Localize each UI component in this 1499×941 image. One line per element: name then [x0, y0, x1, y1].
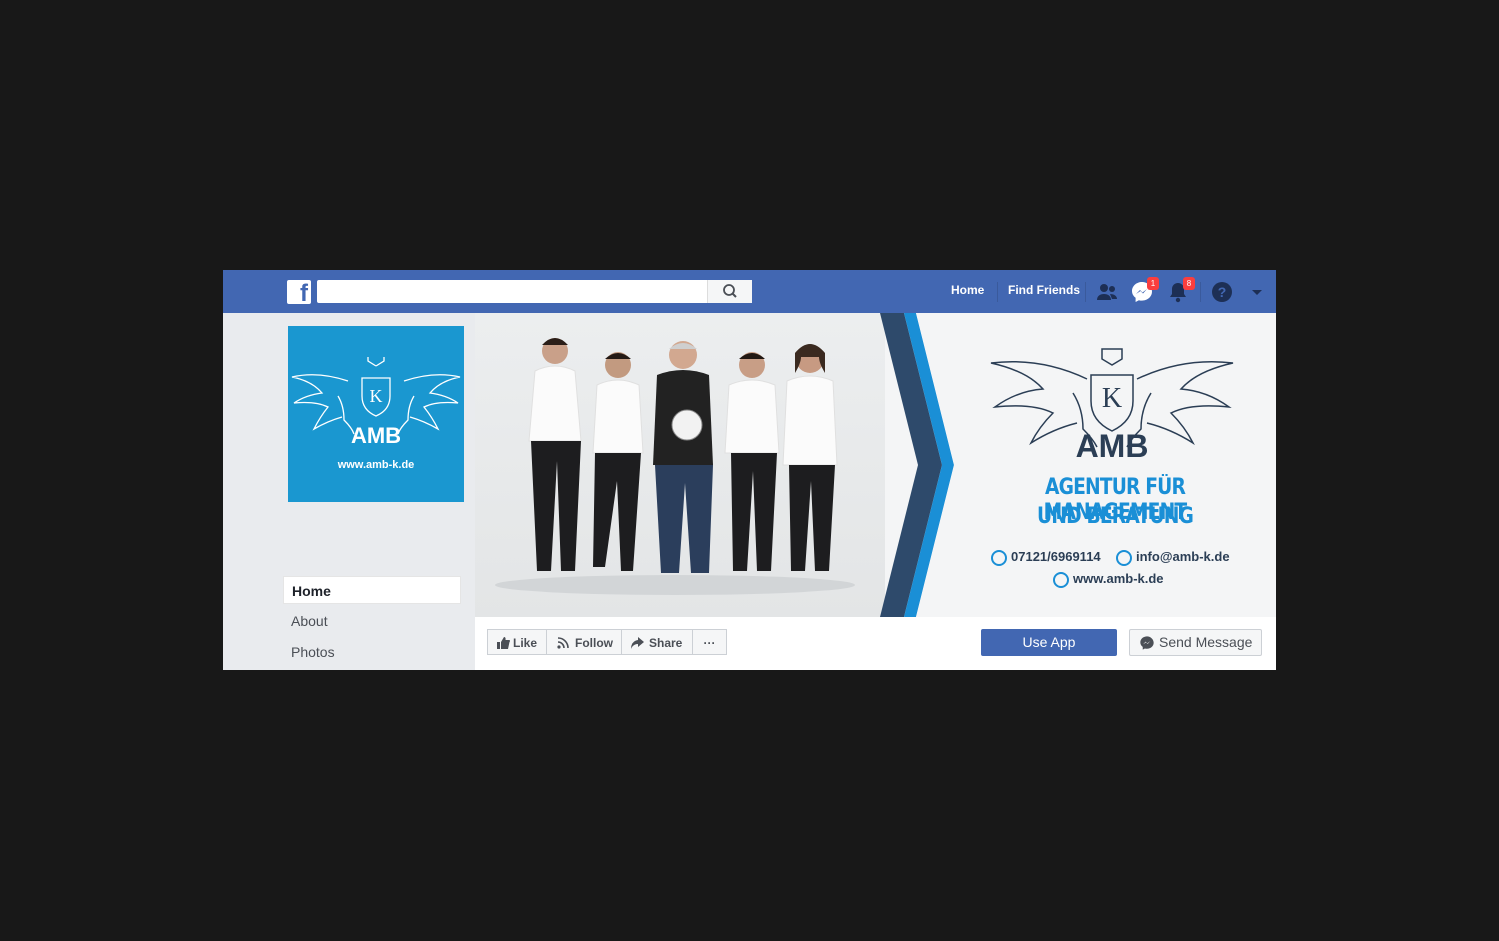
more-dots-icon: ··· [703, 636, 716, 650]
notifications-icon[interactable]: 8 [1166, 277, 1195, 304]
search-icon [723, 284, 737, 298]
share-arrow-icon [631, 637, 644, 649]
send-message-button[interactable]: Send Message [1129, 629, 1262, 656]
search-input[interactable] [317, 280, 707, 303]
contact-email: info@amb-k.de [1116, 549, 1230, 566]
cover-crest-logo: K AMB [990, 348, 1234, 464]
mail-icon [1116, 549, 1132, 566]
help-icon[interactable]: ? [1210, 280, 1234, 304]
profile-crest-logo: K AMB www.amb-k.de [291, 357, 461, 471]
notifications-badge: 8 [1183, 277, 1195, 290]
like-button[interactable]: Like [487, 629, 547, 655]
globe-icon [1053, 571, 1069, 588]
nav-divider [1200, 282, 1201, 302]
account-menu-chevron-down-icon[interactable] [1245, 280, 1269, 304]
messenger-icon[interactable]: 1 [1130, 277, 1159, 304]
svg-text:K: K [370, 386, 383, 406]
svg-text:K: K [1102, 383, 1122, 414]
messenger-badge: 1 [1147, 277, 1159, 290]
follow-button[interactable]: Follow [546, 629, 622, 655]
page-action-bar: Like Follow Share ··· Use App Send Messa… [475, 617, 1276, 670]
contact-website: www.amb-k.de [1053, 571, 1164, 588]
svg-text:AMB: AMB [1076, 428, 1149, 464]
svg-text:?: ? [1218, 284, 1227, 300]
more-options-button[interactable]: ··· [692, 629, 727, 655]
friend-requests-icon[interactable] [1095, 280, 1119, 304]
phone-icon [991, 549, 1007, 566]
top-navigation-bar: f Home Find Friends 1 8 ? [223, 270, 1276, 313]
cover-photo[interactable]: K AMB AGENTUR FÜR MANAGEMENT UND BERATUN… [475, 313, 1276, 617]
sidebar-item-home[interactable]: Home [283, 576, 461, 604]
cover-headline-line-2: UND BERATUNG [1036, 504, 1194, 529]
contact-phone: 07121/6969114 [991, 549, 1101, 566]
nav-divider [1085, 282, 1086, 302]
team-photo-illustration [495, 338, 855, 595]
facebook-page-mockup: f Home Find Friends 1 8 ? K AMB www.amb-… [223, 270, 1276, 670]
sidebar-item-photos[interactable]: Photos [283, 638, 461, 666]
nav-home-link[interactable]: Home [951, 283, 984, 297]
svg-text:www.amb-k.de: www.amb-k.de [337, 459, 415, 471]
decorative-chevron-stripes [880, 313, 960, 617]
use-app-button[interactable]: Use App [981, 629, 1117, 656]
sidebar-item-about[interactable]: About [283, 607, 461, 635]
nav-divider [997, 282, 998, 302]
share-button[interactable]: Share [621, 629, 693, 655]
team-photo [475, 313, 885, 617]
facebook-logo-icon[interactable]: f [287, 280, 311, 306]
svg-text:AMB: AMB [351, 423, 401, 448]
nav-find-friends-link[interactable]: Find Friends [1008, 283, 1080, 297]
profile-picture[interactable]: K AMB www.amb-k.de [288, 326, 464, 502]
messenger-icon [1140, 636, 1154, 650]
search-button[interactable] [707, 280, 752, 303]
thumbs-up-icon [497, 637, 510, 649]
rss-follow-icon [557, 637, 569, 649]
